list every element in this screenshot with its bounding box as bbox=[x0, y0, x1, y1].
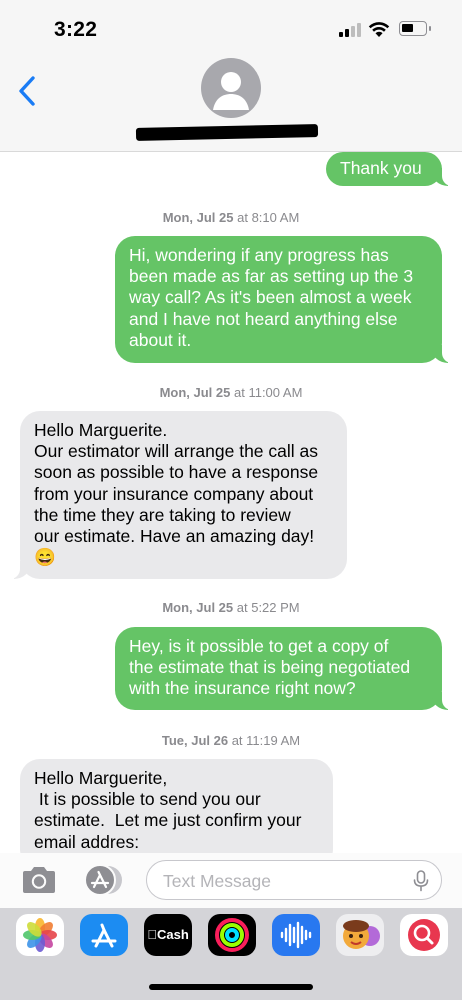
app-store-apps-icon[interactable] bbox=[82, 864, 124, 896]
microphone-icon[interactable] bbox=[413, 870, 429, 892]
cellular-signal-icon bbox=[339, 21, 361, 37]
photos-icon bbox=[23, 918, 57, 952]
conversation-header bbox=[0, 50, 462, 152]
back-chevron-icon[interactable] bbox=[16, 74, 40, 108]
compose-bar bbox=[0, 853, 462, 908]
web-search-icon bbox=[408, 919, 440, 951]
timestamp: Tue, Jul 26 at 11:19 AM bbox=[161, 733, 301, 748]
timestamp: Mon, Jul 25 at 8:10 AM bbox=[162, 210, 300, 225]
message-input-field[interactable] bbox=[146, 860, 442, 900]
timestamp: Mon, Jul 25 at 5:22 PM bbox=[162, 600, 300, 615]
timestamp: Mon, Jul 25 at 11:00 AM bbox=[159, 385, 303, 400]
message-thread[interactable]: Thank you Mon, Jul 25 at 8:10 AM Hi, won… bbox=[0, 152, 462, 853]
clock: 3:22 bbox=[54, 18, 98, 41]
wifi-icon bbox=[368, 22, 390, 37]
fitness-icon bbox=[215, 918, 249, 952]
home-indicator[interactable] bbox=[149, 984, 313, 990]
memoji-icon bbox=[343, 920, 380, 949]
apple-cash-icon: Cash bbox=[147, 927, 189, 942]
fitness-app-button[interactable] bbox=[208, 914, 256, 956]
camera-icon[interactable] bbox=[20, 865, 58, 895]
web-search-button[interactable] bbox=[400, 914, 448, 956]
message-bubble-received[interactable]: Hello Marguerite, It is possible to send… bbox=[20, 759, 333, 853]
message-bubble-sent[interactable]: Hey, is it possible to get a copy of the… bbox=[115, 627, 456, 710]
redacted-contact-name bbox=[135, 124, 319, 141]
person-icon bbox=[213, 72, 249, 110]
app-store-icon bbox=[91, 923, 117, 948]
audio-message-icon bbox=[280, 921, 312, 949]
photos-app-button[interactable] bbox=[16, 914, 64, 956]
message-bubble-sent[interactable]: Thank you bbox=[326, 152, 456, 186]
message-input[interactable] bbox=[161, 869, 405, 893]
message-bubble-received[interactable]: Hello Marguerite. Our estimator will arr… bbox=[6, 411, 347, 579]
status-bar: 3:22 bbox=[0, 0, 462, 50]
battery-icon bbox=[399, 21, 431, 36]
apple-cash-button[interactable]: Cash bbox=[144, 914, 192, 956]
memoji-button[interactable] bbox=[336, 914, 384, 956]
audio-message-button[interactable] bbox=[272, 914, 320, 956]
message-bubble-sent[interactable]: Hi, wondering if any progress has been m… bbox=[115, 236, 456, 363]
app-store-button[interactable] bbox=[80, 914, 128, 956]
contact-avatar[interactable] bbox=[201, 58, 261, 118]
